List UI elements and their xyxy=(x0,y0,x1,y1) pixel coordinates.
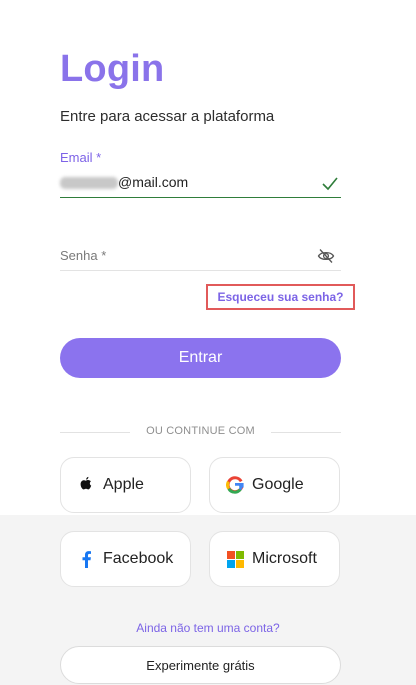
free-trial-button[interactable]: Experimente grátis xyxy=(60,646,341,684)
email-value: @mail.com xyxy=(118,174,189,190)
apple-button[interactable]: Apple xyxy=(60,457,191,513)
apple-icon xyxy=(77,476,95,494)
microsoft-button[interactable]: Microsoft xyxy=(209,531,340,587)
no-account-link[interactable]: Ainda não tem uma conta? xyxy=(0,621,416,635)
facebook-label: Facebook xyxy=(103,550,174,567)
google-button[interactable]: Google xyxy=(209,457,340,513)
login-button[interactable]: Entrar xyxy=(60,338,341,378)
divider-line-right xyxy=(271,432,341,433)
microsoft-icon xyxy=(226,550,244,568)
password-label: Senha * xyxy=(60,248,107,263)
microsoft-label: Microsoft xyxy=(252,550,317,567)
facebook-button[interactable]: Facebook xyxy=(60,531,191,587)
google-icon xyxy=(226,476,244,494)
forgot-password-link[interactable]: Esqueceu sua senha? xyxy=(206,284,355,310)
eye-off-icon[interactable] xyxy=(317,248,335,269)
email-field[interactable]: @mail.com xyxy=(60,170,341,198)
check-icon xyxy=(321,176,339,197)
divider-text: OU CONTINUE COM xyxy=(146,425,255,437)
google-label: Google xyxy=(252,476,304,493)
password-field[interactable]: Senha * xyxy=(60,243,341,271)
email-label: Email * xyxy=(60,150,102,165)
page-subtitle: Entre para acessar a plataforma xyxy=(60,108,275,125)
apple-label: Apple xyxy=(103,476,144,493)
email-redacted-part xyxy=(60,177,118,189)
divider: OU CONTINUE COM xyxy=(60,424,341,440)
page-title: Login xyxy=(60,48,165,90)
facebook-icon xyxy=(77,550,95,568)
